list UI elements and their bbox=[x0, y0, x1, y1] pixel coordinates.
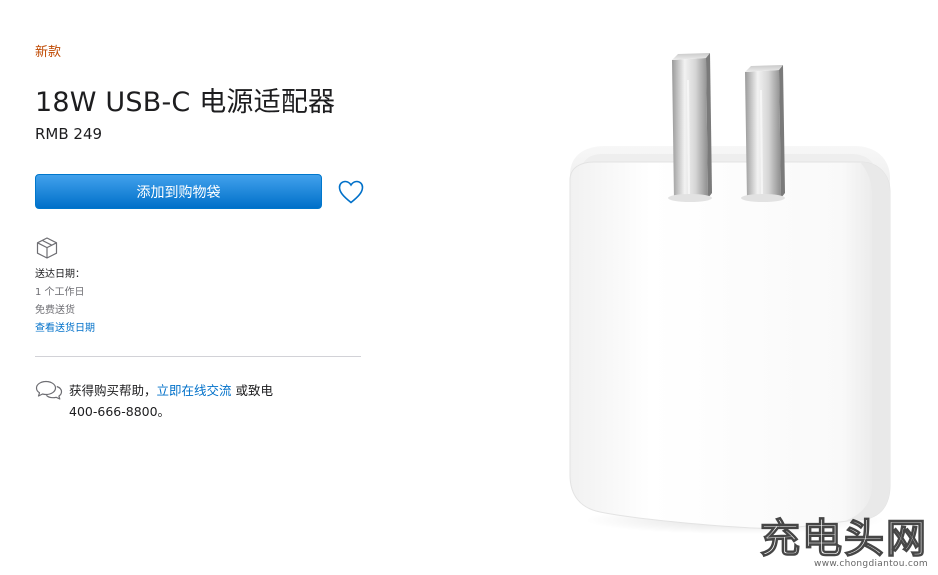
delivery-info: 送达日期： 1 个工作日 免费送货 查看送货日期 bbox=[35, 266, 95, 338]
product-page: 新款 18W USB-C 电源适配器 RMB 249 添加到购物袋 送达日期： … bbox=[0, 0, 938, 575]
product-price: RMB 249 bbox=[35, 125, 103, 143]
product-title: 18W USB-C 电源适配器 bbox=[35, 87, 336, 118]
watermark-logo: 充电头网 bbox=[759, 516, 928, 562]
product-image bbox=[560, 50, 900, 550]
favorite-button[interactable] bbox=[337, 179, 365, 205]
box-icon bbox=[35, 236, 59, 260]
delivery-eta: 1 个工作日 bbox=[35, 287, 85, 298]
help-phone: 400-666-8800。 bbox=[69, 404, 171, 419]
purchase-help: 获得购买帮助，立即在线交流 或致电 400-666-8800。 bbox=[69, 380, 273, 422]
divider bbox=[35, 356, 361, 357]
delivery-label: 送达日期： bbox=[35, 269, 85, 280]
chat-bubbles-icon bbox=[35, 379, 63, 401]
heart-icon bbox=[338, 180, 364, 204]
free-shipping: 免费送货 bbox=[35, 305, 75, 316]
new-badge: 新款 bbox=[35, 45, 62, 60]
watermark: 充电头网 www.chongdiantou.com bbox=[759, 516, 928, 569]
live-chat-link[interactable]: 立即在线交流 bbox=[157, 383, 232, 398]
add-to-bag-button[interactable]: 添加到购物袋 bbox=[35, 174, 322, 209]
help-middle: 或致电 bbox=[231, 383, 274, 398]
check-delivery-dates-link[interactable]: 查看送货日期 bbox=[35, 320, 95, 338]
help-prefix: 获得购买帮助， bbox=[69, 383, 157, 398]
